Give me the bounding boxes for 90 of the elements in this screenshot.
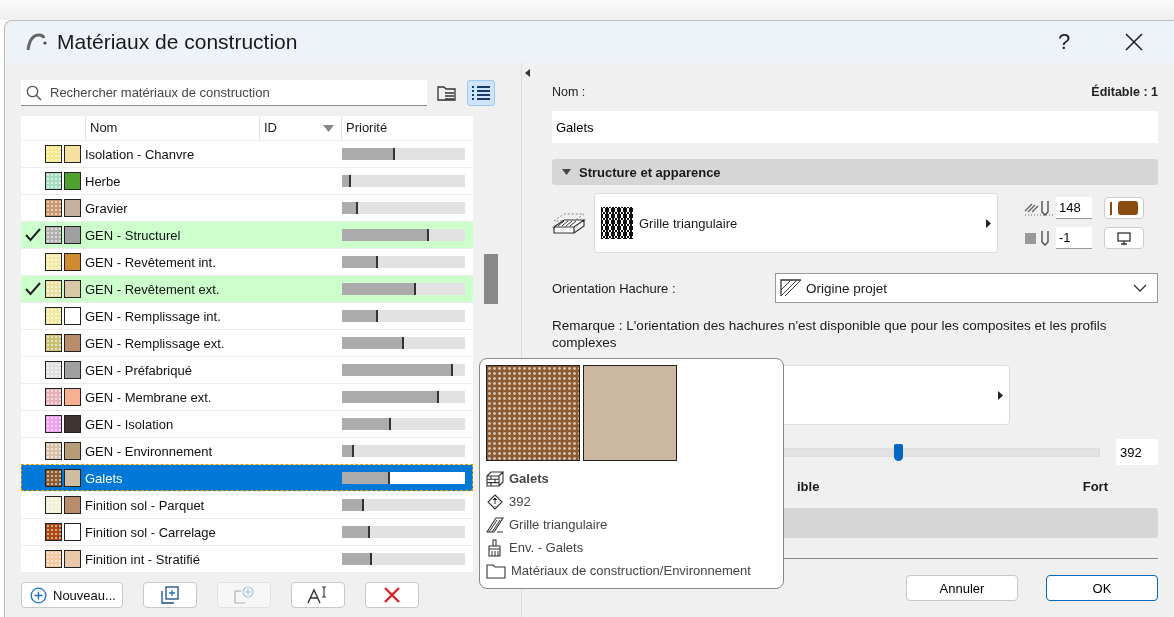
hatch-origin-icon (780, 279, 802, 297)
duplicate-button[interactable] (142, 582, 197, 608)
hatch-selector[interactable]: Grille triangulaire (594, 193, 998, 253)
checkmark-icon (25, 228, 41, 242)
pen-number-field[interactable]: 148 (1056, 197, 1092, 219)
material-row[interactable]: GEN - Revêtement ext. (21, 275, 473, 302)
slider-low-label: ible (797, 479, 820, 494)
priority-diamond-icon (486, 493, 504, 510)
material-name: GEN - Remplissage ext. (85, 335, 226, 351)
chevron-down-icon (1133, 284, 1147, 292)
priority-value: 392 (509, 494, 531, 509)
monitor-icon (1117, 231, 1131, 245)
material-name: GEN - Isolation (85, 416, 175, 432)
search-field[interactable]: Rechercher matériaux de construction (21, 80, 427, 106)
material-name: GEN - Membrane ext. (85, 389, 213, 405)
editable-count: Éditable : 1 (1091, 85, 1158, 99)
delete-icon (382, 586, 401, 604)
delete-button[interactable] (364, 582, 419, 608)
slider-value-field[interactable]: 392 (1116, 439, 1158, 465)
checkmark-icon (25, 282, 41, 296)
rename-button[interactable] (290, 582, 345, 608)
hatch-name: Grille triangulaire (509, 517, 608, 532)
plus-circle-icon (30, 586, 47, 604)
close-icon (1124, 32, 1144, 52)
paintbrush-icon (486, 538, 504, 557)
material-name: GEN - Structurel (85, 227, 182, 243)
material-name: Isolation - Chanvre (85, 146, 196, 162)
material-name: Herbe (85, 173, 122, 189)
duplicate-icon (160, 586, 179, 604)
list-view-button[interactable] (467, 80, 495, 106)
ok-button[interactable]: OK (1046, 575, 1158, 601)
search-input[interactable]: Rechercher matériaux de construction (48, 84, 427, 101)
slider-high-label: Fort (1082, 479, 1108, 494)
hatch-icon (486, 516, 504, 533)
name-field[interactable]: Galets (552, 111, 1158, 143)
material-name: GEN - Remplissage int. (85, 308, 222, 324)
material-row[interactable]: GEN - Préfabriqué (21, 356, 473, 383)
material-row[interactable]: GEN - Remplissage ext. (21, 329, 473, 356)
orientation-dropdown[interactable]: Origine projet (775, 273, 1158, 303)
orientation-label: Orientation Hachure : (552, 280, 677, 296)
background-pen-field[interactable]: -1 (1056, 227, 1092, 249)
window-title: Matériaux de construction (57, 30, 299, 54)
name-label: Nom : (552, 85, 586, 99)
material-name: GEN - Environnement (85, 443, 214, 459)
material-name: Galets (85, 470, 124, 486)
material-row[interactable]: GEN - Membrane ext. (21, 383, 473, 410)
material-name: Finition sol - Carrelage (85, 524, 217, 540)
section-header[interactable]: Structure et apparence (552, 159, 1158, 185)
orientation-value: Origine projet (806, 280, 889, 296)
slider-thumb[interactable] (894, 443, 904, 461)
material-row[interactable]: Finition int - Stratifié (21, 545, 473, 572)
pen-color-button[interactable] (1104, 197, 1144, 219)
list-icon (471, 85, 491, 101)
material-name: GEN - Revêtement ext. (85, 281, 221, 297)
new-button[interactable]: Nouveau... (21, 582, 123, 608)
material-name: Finition sol - Parquet (85, 497, 206, 513)
monitor-button[interactable] (1104, 227, 1144, 249)
material-row[interactable]: Finition sol - Carrelage (21, 518, 473, 545)
remark-text: Remarque : L'orientation des hachures n'est disponible que pour les composites et les profils complexes (552, 317, 1108, 351)
material-row[interactable]: Herbe (21, 167, 473, 194)
material-row[interactable]: GEN - Isolation (21, 410, 473, 437)
material-row[interactable]: GEN - Remplissage int. (21, 302, 473, 329)
scrollbar-thumb[interactable] (484, 254, 498, 304)
collapse-arrow-icon[interactable] (524, 69, 530, 77)
material-name: Galets (509, 471, 549, 486)
sort-caret-icon (323, 124, 334, 132)
help-button[interactable]: ? (1034, 21, 1094, 63)
material-row[interactable]: Galets (21, 464, 473, 491)
surface-name: Env. - Galets (509, 540, 584, 555)
search-icon (26, 84, 42, 101)
hatch-name: Grille triangulaire (639, 215, 739, 231)
bricks-icon (486, 470, 504, 487)
submenu-arrow-icon (998, 390, 1003, 400)
cancel-button[interactable]: Annuler (906, 575, 1018, 601)
submenu-arrow-icon (986, 218, 991, 228)
disclosure-triangle-icon (562, 168, 571, 176)
hatch-pen-icon (1024, 199, 1054, 217)
material-name: GEN - Revêtement int. (85, 254, 217, 270)
folder-icon (486, 562, 506, 579)
material-row[interactable]: Finition sol - Parquet (21, 491, 473, 518)
folder-list-icon (437, 84, 457, 102)
material-row[interactable]: GEN - Structurel (21, 221, 473, 248)
column-header[interactable]: Nom (85, 116, 259, 140)
material-name: Gravier (85, 200, 129, 216)
folder-path: Matériaux de construction/Environnement (511, 563, 751, 578)
triangle-grid-pattern-icon (601, 207, 633, 239)
material-row[interactable]: Isolation - Chanvre (21, 140, 473, 167)
material-name: GEN - Préfabriqué (85, 362, 193, 378)
add-file-icon (233, 586, 254, 604)
material-name: Finition int - Stratifié (85, 551, 201, 567)
